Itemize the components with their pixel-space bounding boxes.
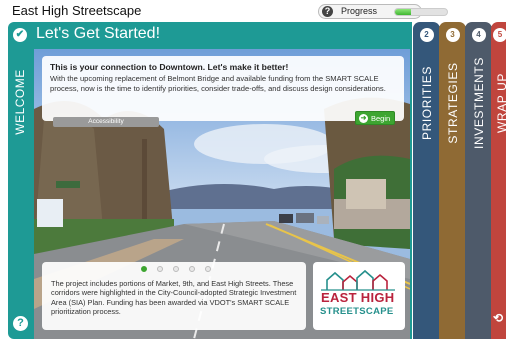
tab-number: 3 <box>445 28 460 42</box>
slide-dot[interactable] <box>157 266 163 272</box>
tab-label: STRATEGIES <box>445 62 460 144</box>
tab-investments[interactable]: 4 INVESTMENTS <box>465 22 492 339</box>
slide-dot[interactable] <box>141 266 147 272</box>
progress-fill <box>395 9 411 15</box>
slide-dot[interactable] <box>173 266 179 272</box>
slide-dot[interactable] <box>189 266 195 272</box>
intro-card: This is your connection to Downtown. Let… <box>42 56 404 121</box>
progress-bar <box>394 8 448 16</box>
accessibility-button[interactable]: Accessibility <box>53 117 159 127</box>
tab-wrap-up[interactable]: 5 WRAP UP <box>491 22 506 339</box>
intro-body: With the upcoming replacement of Belmont… <box>50 74 386 93</box>
slide-dot[interactable] <box>205 266 211 272</box>
arrow-right-icon: ➜ <box>359 113 368 123</box>
refresh-icon[interactable]: ⟲ <box>493 312 506 325</box>
project-logo: EAST HIGH STREETSCAPE <box>313 262 405 330</box>
check-icon: ✔ <box>13 28 27 42</box>
panel-title: Let's Get Started! <box>36 25 161 42</box>
progress-indicator[interactable]: ? Progress <box>318 4 448 19</box>
tab-priorities[interactable]: 2 PRIORITIES <box>413 22 440 339</box>
tab-label: PRIORITIES <box>419 65 434 141</box>
info-text: The project includes portions of Market,… <box>51 279 297 317</box>
top-bar: East High Streetscape ? Progress <box>0 0 506 22</box>
tab-number: 4 <box>471 28 486 42</box>
question-icon[interactable]: ? <box>322 6 333 17</box>
tab-strategies[interactable]: 3 STRATEGIES <box>439 22 466 339</box>
begin-label: Begin <box>371 114 391 123</box>
app-title: East High Streetscape <box>12 3 142 18</box>
tab-label: WRAP UP <box>494 73 506 133</box>
logo-line-2: STREETSCAPE <box>320 306 394 317</box>
tab-label: INVESTMENTS <box>471 57 486 149</box>
progress-label: Progress <box>341 6 378 16</box>
tab-number: 2 <box>419 28 434 42</box>
welcome-side-label[interactable]: WELCOME <box>10 62 30 142</box>
intro-heading: This is your connection to Downtown. Let… <box>50 62 289 72</box>
question-icon[interactable]: ? <box>13 316 28 331</box>
info-card: The project includes portions of Market,… <box>42 262 306 330</box>
tab-number: 5 <box>493 28 506 42</box>
begin-button[interactable]: ➜ Begin <box>355 111 395 125</box>
logo-line-1: EAST HIGH <box>321 290 395 305</box>
